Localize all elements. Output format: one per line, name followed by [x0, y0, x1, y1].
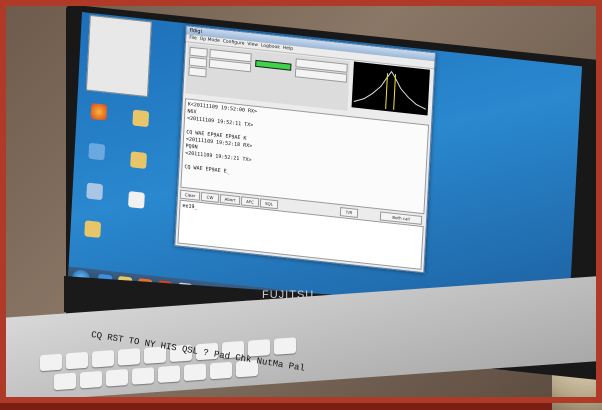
firefox-icon[interactable] — [90, 103, 108, 121]
key — [80, 370, 102, 389]
menu-op-mode[interactable]: Op Mode — [200, 37, 220, 44]
key — [210, 361, 232, 380]
menu-logbook[interactable]: Logbook — [261, 43, 280, 50]
menu-file[interactable]: File — [189, 36, 197, 42]
key — [132, 367, 154, 385]
waterfall-display[interactable] — [351, 61, 430, 116]
key — [158, 365, 180, 383]
folder-icon[interactable] — [132, 109, 150, 128]
key — [248, 339, 270, 357]
menu-view[interactable]: View — [247, 42, 258, 48]
monitor-icon[interactable] — [86, 182, 104, 201]
mini-window — [85, 14, 152, 98]
key — [184, 363, 206, 382]
spectrum-graph — [353, 70, 427, 110]
key — [274, 337, 296, 355]
file-icon[interactable] — [130, 151, 147, 169]
app-shortcut-icon[interactable] — [88, 142, 106, 161]
menu-help[interactable]: Help — [283, 46, 294, 52]
key — [54, 372, 76, 391]
key — [92, 350, 114, 368]
fldigi-window[interactable]: fldigi File Op Mode Configure View Logbo… — [174, 25, 436, 274]
key — [66, 351, 88, 370]
control-button[interactable] — [188, 66, 207, 78]
menu-configure[interactable]: Configure — [222, 39, 244, 46]
document-icon[interactable] — [128, 191, 145, 209]
key — [40, 353, 62, 372]
key — [118, 348, 140, 366]
key — [106, 369, 128, 387]
folder-icon[interactable] — [84, 220, 102, 238]
